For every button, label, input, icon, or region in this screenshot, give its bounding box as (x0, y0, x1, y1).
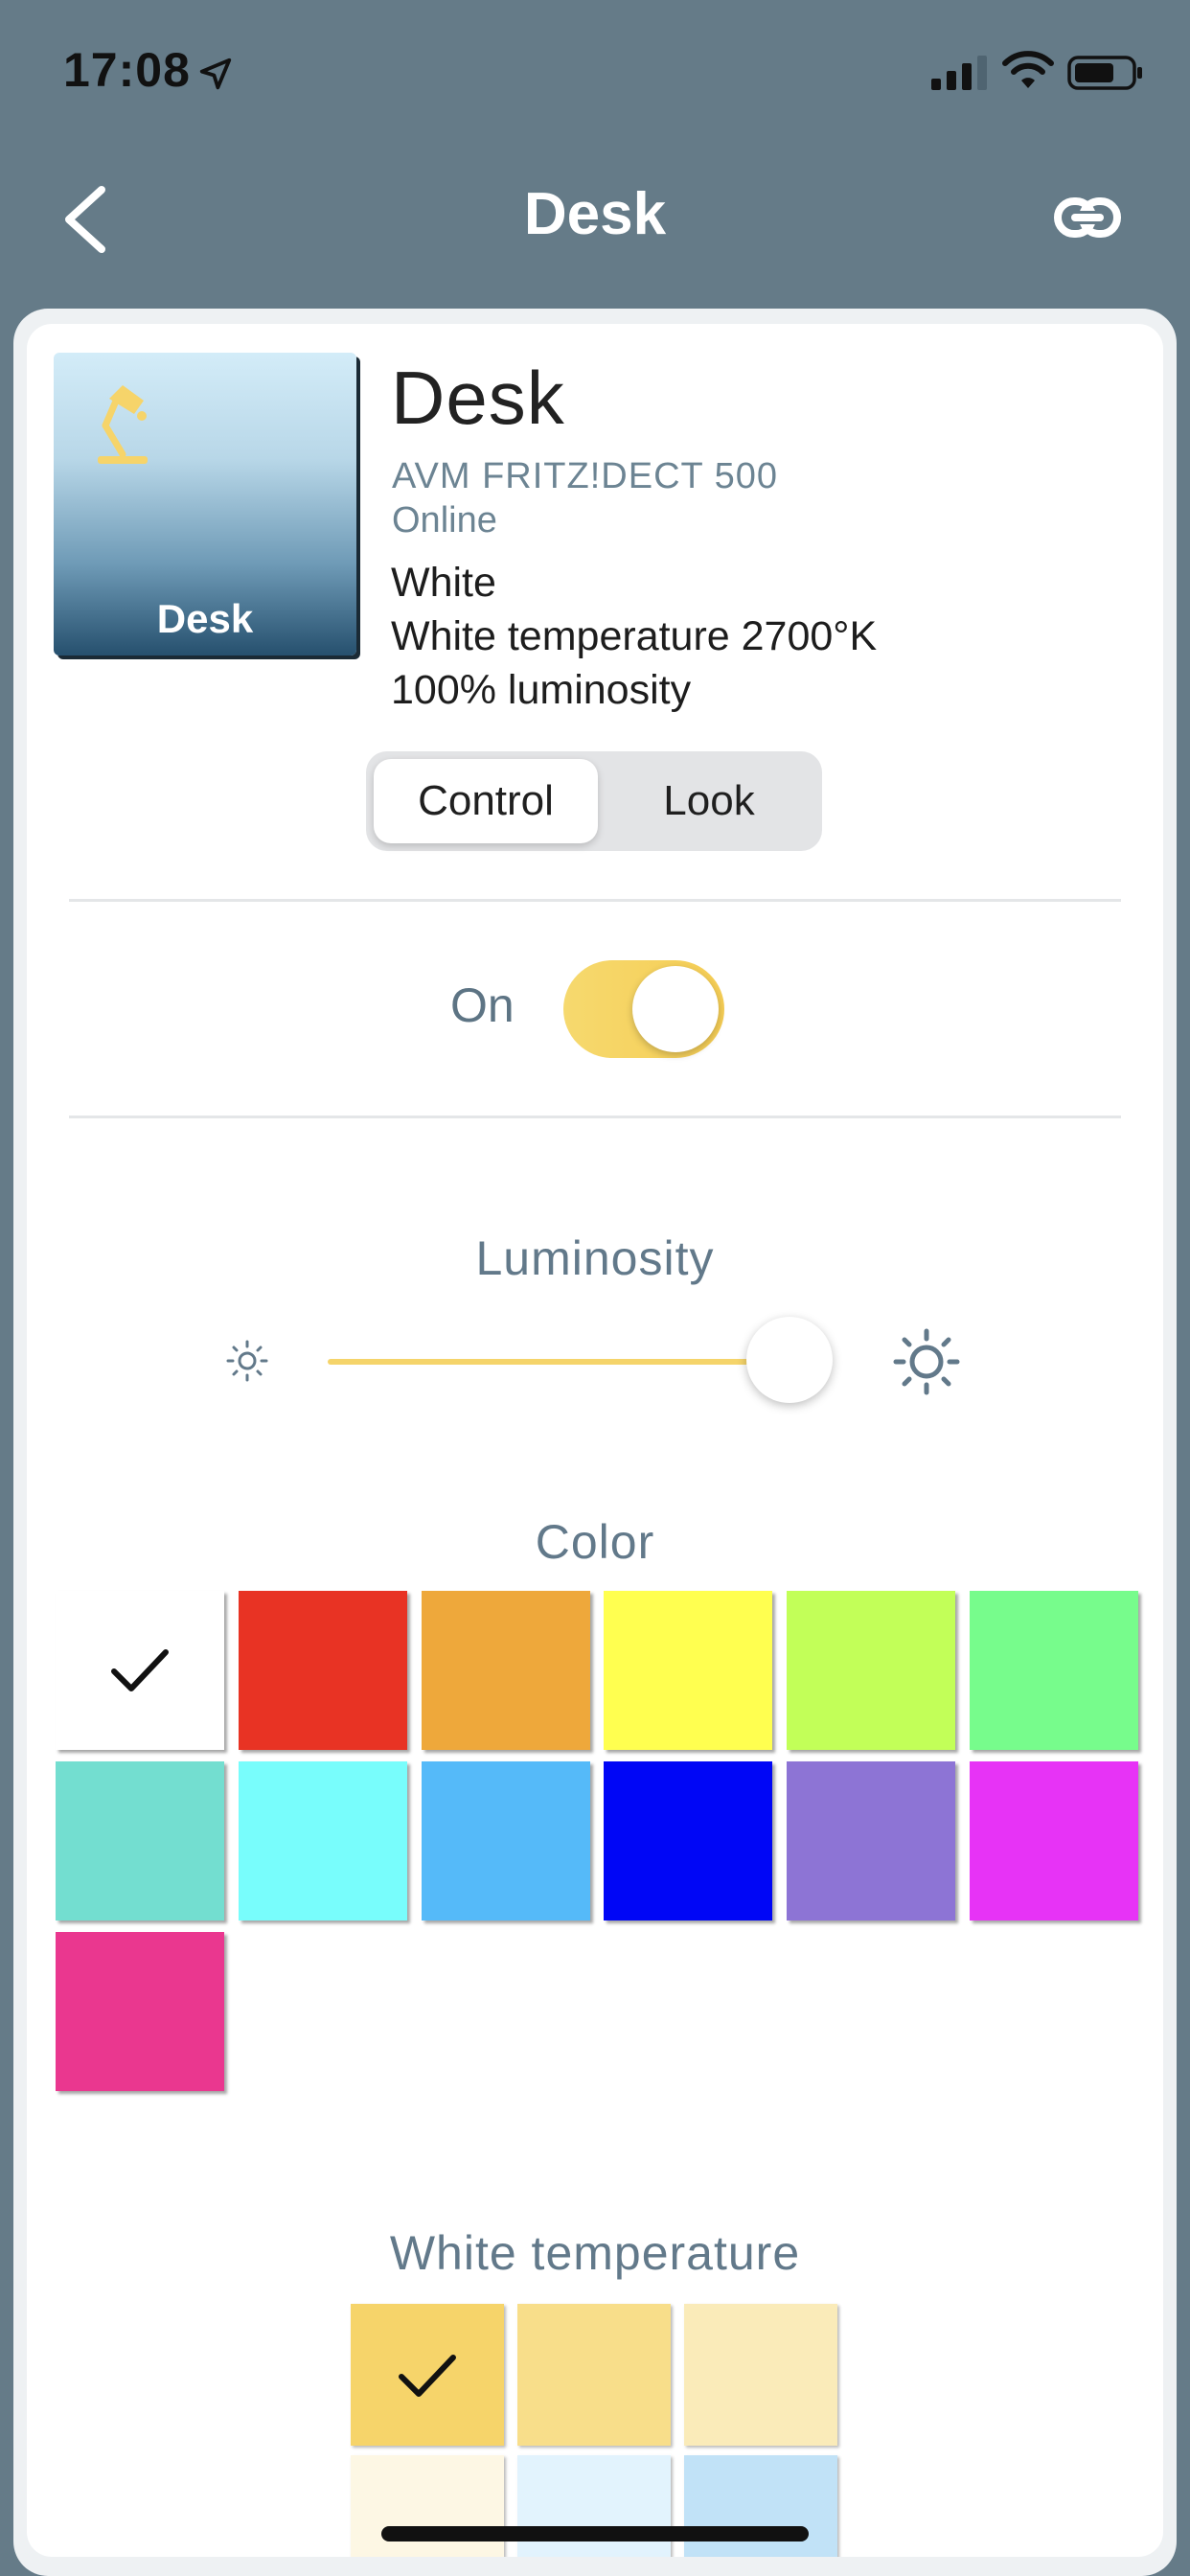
temperature-swatch[interactable] (684, 2455, 837, 2557)
segmented-control: Control Look (366, 751, 822, 851)
thumbnail-label: Desk (156, 596, 254, 641)
sun-small-icon (226, 1340, 268, 1382)
temperature-swatch[interactable] (351, 2455, 504, 2557)
color-title: Color (535, 1515, 655, 1569)
color-swatch[interactable] (787, 1761, 956, 1920)
color-swatch[interactable] (421, 1591, 590, 1750)
battery-icon (1067, 56, 1142, 90)
home-indicator[interactable] (381, 2526, 809, 2542)
luminosity-title: Luminosity (475, 1231, 715, 1285)
power-label: On (450, 978, 515, 1032)
location-arrow-icon (199, 58, 232, 90)
color-swatch[interactable] (421, 1761, 590, 1920)
color-swatch[interactable] (970, 1761, 1138, 1920)
color-swatch[interactable] (56, 1591, 224, 1750)
divider (69, 1116, 1121, 1118)
temperature-swatch[interactable] (684, 2304, 837, 2446)
color-swatch[interactable] (970, 1591, 1138, 1750)
temperature-swatch[interactable] (517, 2455, 671, 2557)
color-swatch[interactable] (604, 1761, 773, 1920)
temperature-swatch[interactable] (351, 2304, 504, 2446)
tab-look[interactable]: Look (606, 759, 812, 843)
luminosity-slider-track[interactable] (328, 1359, 795, 1365)
device-mode: White (391, 560, 496, 606)
device-luminosity: 100% luminosity (391, 667, 692, 713)
color-swatch[interactable] (787, 1591, 956, 1750)
device-card: Desk Desk AVM FRITZ!DECT 500 Online Whit… (27, 324, 1163, 2557)
device-thumbnail[interactable]: Desk (54, 353, 356, 656)
device-status: Online (392, 500, 497, 540)
checkmark-icon (110, 1646, 170, 1694)
device-temperature: White temperature 2700°K (391, 613, 878, 659)
temperature-swatch[interactable] (517, 2304, 671, 2446)
tab-control[interactable]: Control (374, 759, 598, 843)
page-title: Desk (523, 181, 667, 247)
status-time: 17:08 (63, 43, 191, 97)
screen: 17:08 Desk Desk Desk AVM FRITZ!DECT 500 … (0, 0, 1190, 2576)
wifi-icon (1002, 51, 1054, 88)
toggle-knob (632, 966, 719, 1052)
status-bar: 17:08 (0, 0, 1190, 144)
color-swatch[interactable] (604, 1591, 773, 1750)
color-swatch[interactable] (56, 1932, 224, 2091)
device-model: AVM FRITZ!DECT 500 (392, 456, 778, 496)
color-swatch[interactable] (238, 1761, 407, 1920)
desk-lamp-icon (98, 385, 148, 464)
cellular-signal-icon (931, 56, 987, 90)
divider (69, 899, 1121, 902)
color-swatch[interactable] (56, 1761, 224, 1920)
sun-large-icon (893, 1328, 960, 1395)
device-name: Desk (391, 356, 565, 440)
white-temperature-title: White temperature (389, 2226, 801, 2280)
link-icon[interactable] (1052, 192, 1123, 243)
checkmark-icon (398, 2352, 457, 2398)
luminosity-slider-thumb[interactable] (746, 1317, 833, 1403)
power-toggle[interactable] (563, 960, 724, 1058)
color-swatch[interactable] (238, 1591, 407, 1750)
